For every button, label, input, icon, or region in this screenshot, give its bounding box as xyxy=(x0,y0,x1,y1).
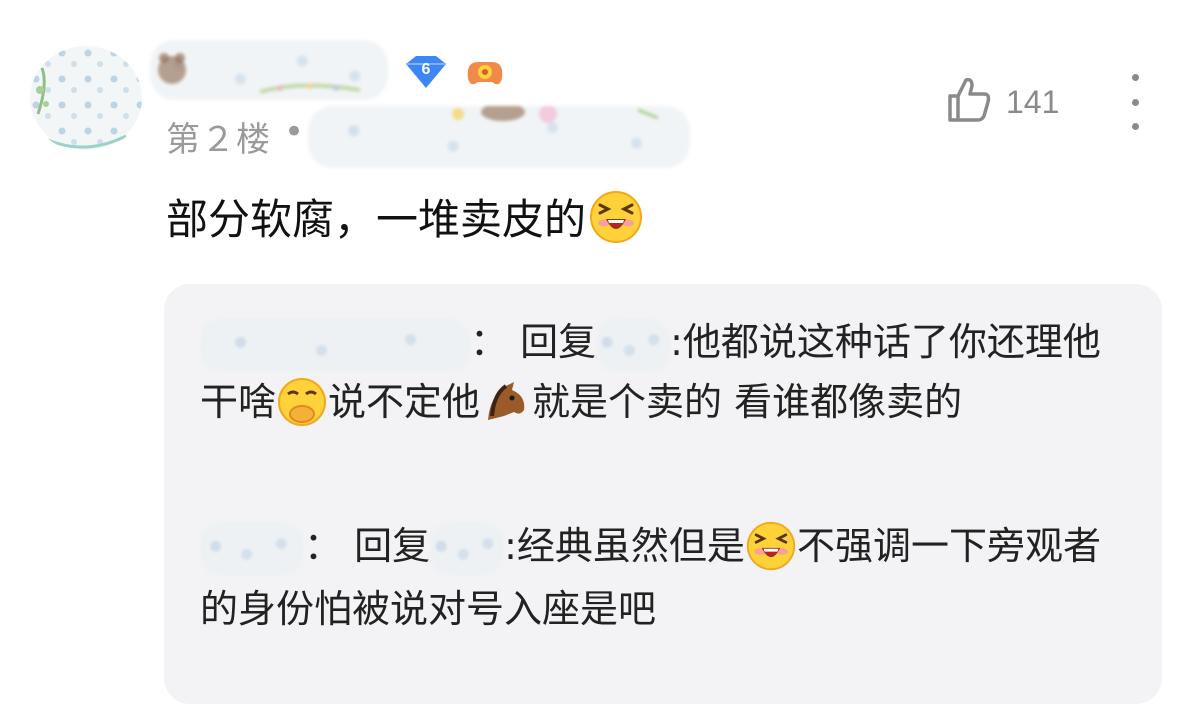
cover-mouth-emoji-icon xyxy=(276,375,328,435)
avatar[interactable] xyxy=(28,44,144,152)
reply-text: 就是个卖的 看谁都像卖的 xyxy=(532,380,963,424)
reply-item[interactable]: ： 回复:他都说这种话了你还理他干啥 说不定他 就是个卖的 看谁都像卖的 xyxy=(200,312,1130,435)
floor-label: 第２楼 xyxy=(166,120,271,160)
reply-target-username[interactable] xyxy=(430,521,505,576)
laughing-emoji-icon xyxy=(586,189,644,245)
username[interactable] xyxy=(150,40,388,100)
meta-separator: • xyxy=(284,112,305,152)
reply-text: 说不定他 xyxy=(328,380,481,424)
reply-label: 回复 xyxy=(520,320,597,364)
horse-emoji-icon xyxy=(480,375,532,435)
comment-body: 部分软腐，一堆卖皮的 xyxy=(166,195,587,244)
reply-item[interactable]: ： 回复:经典虽然但是 不强调一下旁观者的身份怕被说对号入座是吧 xyxy=(200,516,1130,639)
post-meta xyxy=(308,106,690,168)
game-badge-icon xyxy=(462,52,508,92)
reply-colon: ： xyxy=(304,524,343,568)
more-vertical-icon xyxy=(1131,74,1139,81)
reply-username[interactable] xyxy=(200,317,470,372)
reply-target-username[interactable] xyxy=(596,317,671,372)
laughing-emoji-icon xyxy=(745,519,797,579)
like-button[interactable]: 141 xyxy=(946,74,1059,130)
level-badge: 6 xyxy=(400,52,452,92)
svg-text:6: 6 xyxy=(422,61,431,78)
more-options-button[interactable] xyxy=(1122,74,1148,130)
reply-text: :经典虽然但是 xyxy=(504,524,745,568)
reply-colon: ： xyxy=(470,320,509,364)
like-count: 141 xyxy=(1006,83,1060,120)
thumbs-up-icon xyxy=(946,76,992,128)
comment-text: 部分软腐，一堆卖皮的 xyxy=(166,186,644,247)
reply-label: 回复 xyxy=(354,524,431,568)
reply-username[interactable] xyxy=(200,521,304,576)
